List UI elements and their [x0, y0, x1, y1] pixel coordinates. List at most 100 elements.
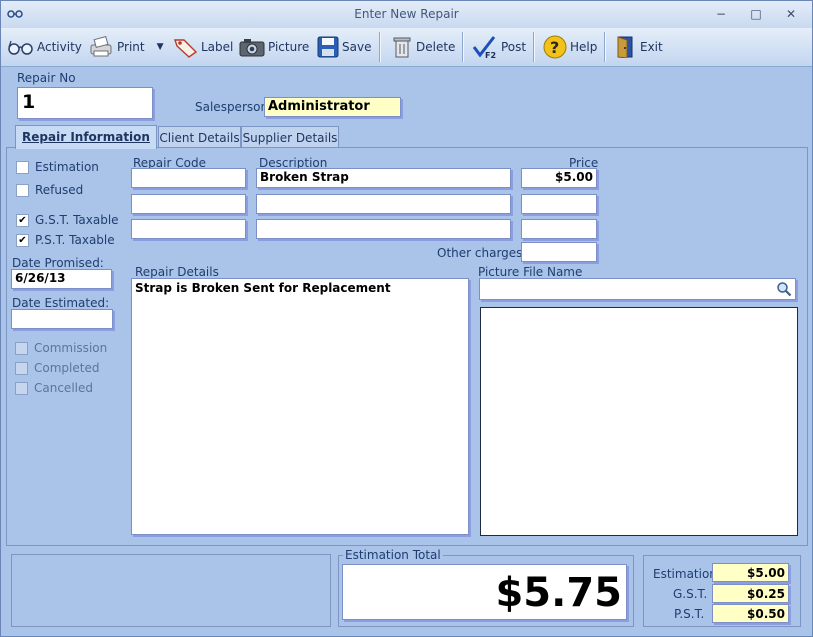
other-charges-label: Other charges: [437, 246, 527, 260]
checkbox-label: Estimation [35, 160, 99, 174]
price-field[interactable] [521, 219, 597, 239]
pst-label: P.S.T. [674, 607, 705, 621]
completed-checkbox[interactable]: Completed [15, 361, 99, 375]
print-button[interactable]: Print ▼ [88, 34, 164, 60]
notes-area [11, 554, 331, 627]
checkbox-label: P.S.T. Taxable [35, 233, 115, 247]
tab-label: Client Details [159, 131, 240, 145]
activity-button[interactable]: Activity [8, 34, 82, 60]
date-estimated-label: Date Estimated: [12, 296, 110, 310]
repair-code-field[interactable] [131, 194, 246, 214]
toolbar-separator [604, 32, 606, 62]
help-button[interactable]: ? Help [543, 34, 597, 60]
svg-text:?: ? [550, 38, 559, 57]
exit-door-icon [617, 36, 633, 58]
delete-button[interactable]: Delete [391, 34, 455, 60]
tab-client-details[interactable]: Client Details [158, 126, 241, 148]
save-button[interactable]: Save [317, 34, 371, 60]
toolbar-separator [379, 32, 381, 62]
date-promised-field[interactable]: 6/26/13 [11, 269, 112, 289]
trash-can-icon [393, 37, 411, 58]
gst-taxable-checkbox[interactable]: ✔ G.S.T. Taxable [16, 213, 119, 227]
date-promised-label: Date Promised: [12, 256, 104, 270]
price-field[interactable] [521, 194, 597, 214]
estimation-checkbox[interactable]: Estimation [16, 160, 99, 174]
repair-no-field[interactable]: 1 [17, 87, 153, 119]
commission-checkbox[interactable]: Commission [15, 341, 107, 355]
refused-checkbox[interactable]: Refused [16, 183, 83, 197]
tab-label: Supplier Details [242, 131, 338, 145]
checkmark-icon[interactable]: ✔ [16, 233, 29, 247]
date-estimated-field[interactable] [11, 309, 113, 329]
label-button[interactable]: Label [172, 34, 233, 60]
save-label: Save [342, 40, 372, 54]
gst-value: $0.25 [712, 584, 789, 603]
repair-code-field[interactable] [131, 168, 246, 188]
description-field[interactable] [256, 219, 511, 239]
maximize-button[interactable]: □ [745, 5, 767, 23]
toolbar: Activity Print ▼ Label Picture Save Dele… [1, 28, 812, 67]
title-bar: Enter New Repair − □ ✕ [1, 1, 812, 28]
estimation-value: $5.00 [712, 563, 789, 582]
estimation-total-label: Estimation Total [343, 548, 443, 562]
estimation-label: Estimation [653, 567, 717, 581]
pst-taxable-checkbox[interactable]: ✔ P.S.T. Taxable [16, 233, 115, 247]
activity-label: Activity [37, 40, 82, 54]
tab-repair-information[interactable]: Repair Information [15, 125, 157, 149]
checkbox-box[interactable] [15, 361, 28, 375]
exit-label: Exit [640, 40, 663, 54]
toolbar-separator [533, 32, 535, 62]
checkbox-label: Completed [34, 361, 100, 375]
post-button[interactable]: F2 Post [472, 34, 526, 60]
printer-icon [90, 36, 112, 57]
label-label: Label [201, 40, 234, 54]
checkmark-f2-icon: F2 [472, 36, 496, 59]
exit-button[interactable]: Exit [615, 34, 663, 60]
repair-details-textarea[interactable]: Strap is Broken Sent for Replacement [131, 278, 469, 535]
picture-label: Picture [268, 40, 310, 54]
tab-label: Repair Information [22, 130, 150, 144]
help-label: Help [570, 40, 598, 54]
salesperson-label: Salesperson: [195, 100, 273, 114]
repair-no-label: Repair No [17, 71, 76, 85]
window-title: Enter New Repair [354, 7, 459, 21]
cancelled-checkbox[interactable]: Cancelled [15, 381, 93, 395]
svg-text:F2: F2 [485, 51, 496, 59]
checkbox-label: G.S.T. Taxable [35, 213, 119, 227]
help-question-icon: ? [543, 35, 567, 59]
checkbox-label: Cancelled [34, 381, 93, 395]
minimize-button[interactable]: − [710, 5, 732, 23]
checkbox-box[interactable] [15, 341, 28, 355]
enter-new-repair-window: Enter New Repair − □ ✕ Activity Print ▼ … [0, 0, 813, 637]
camera-icon [239, 39, 265, 57]
price-field[interactable]: $5.00 [521, 168, 597, 188]
checkbox-box[interactable] [16, 160, 29, 174]
close-button[interactable]: ✕ [780, 5, 802, 23]
repair-code-field[interactable] [131, 219, 246, 239]
glasses-icon [8, 40, 33, 55]
checkmark-icon[interactable]: ✔ [16, 213, 29, 227]
delete-label: Delete [416, 40, 456, 54]
other-charges-field[interactable] [521, 242, 597, 262]
salesperson-field[interactable]: Administrator [264, 97, 401, 117]
picture-file-name-label: Picture File Name [478, 265, 583, 279]
checkbox-label: Refused [35, 183, 84, 197]
print-label: Print [117, 40, 145, 54]
repair-details-label: Repair Details [135, 265, 219, 279]
estimation-total-value: $5.75 [342, 564, 627, 620]
search-icon[interactable] [776, 281, 792, 297]
picture-file-name-field[interactable] [479, 278, 796, 300]
picture-button[interactable]: Picture [239, 34, 309, 60]
print-dropdown-arrow-icon[interactable]: ▼ [157, 42, 164, 52]
tab-supplier-details[interactable]: Supplier Details [241, 126, 339, 148]
checkbox-box[interactable] [15, 381, 28, 395]
tag-icon [174, 39, 198, 58]
description-field[interactable]: Broken Strap [256, 168, 511, 188]
picture-preview[interactable] [480, 307, 798, 536]
checkbox-box[interactable] [16, 183, 29, 197]
checkbox-label: Commission [34, 341, 108, 355]
description-field[interactable] [256, 194, 511, 214]
gst-label: G.S.T. [673, 587, 708, 601]
floppy-disk-icon [317, 36, 339, 58]
pst-value: $0.50 [712, 604, 789, 623]
